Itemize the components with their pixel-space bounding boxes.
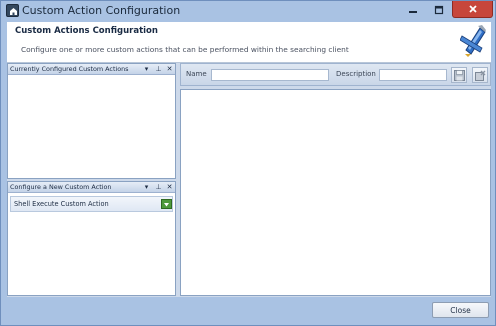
description-input[interactable]	[379, 69, 447, 81]
header-banner: Custom Actions Configuration Configure o…	[7, 22, 491, 62]
maximize-icon	[434, 5, 444, 14]
panel-close-icon[interactable]: ✕	[165, 183, 174, 192]
close-button[interactable]: Close	[432, 302, 489, 318]
name-input[interactable]	[211, 69, 329, 81]
delete-icon	[474, 70, 485, 81]
maximize-button[interactable]	[426, 1, 452, 18]
header-subtitle: Configure one or more custom actions tha…	[21, 45, 349, 54]
panel-title: Currently Configured Custom Actions	[10, 65, 129, 73]
description-label: Description	[336, 70, 376, 78]
panel-title: Configure a New Custom Action	[10, 183, 112, 191]
action-toolbar: Name Description	[180, 63, 491, 86]
title-bar[interactable]: Custom Action Configuration	[1, 1, 495, 21]
action-editor-area[interactable]	[180, 89, 491, 296]
dialog-window: Custom Action Configuration Custom Actio…	[0, 0, 496, 326]
panel-header[interactable]: Currently Configured Custom Actions ▾ ⊥ …	[8, 64, 175, 75]
new-action-panel: Configure a New Custom Action ▾ ⊥ ✕ Shel…	[7, 181, 176, 296]
add-action-button[interactable]	[161, 199, 172, 209]
current-actions-panel: Currently Configured Custom Actions ▾ ⊥ …	[7, 63, 176, 179]
minimize-icon	[408, 10, 417, 13]
close-icon	[468, 5, 477, 13]
list-item-shell-execute[interactable]: Shell Execute Custom Action	[10, 196, 173, 212]
panel-dropdown-icon[interactable]: ▾	[142, 183, 151, 192]
custom-actions-logo-icon	[460, 25, 486, 57]
panel-dropdown-icon[interactable]: ▾	[142, 65, 151, 74]
add-icon	[164, 202, 169, 206]
delete-button[interactable]	[472, 67, 488, 83]
minimize-button[interactable]	[399, 1, 426, 18]
panel-close-icon[interactable]: ✕	[165, 65, 174, 74]
list-item-label: Shell Execute Custom Action	[14, 200, 109, 208]
window-title: Custom Action Configuration	[22, 4, 181, 17]
window-close-button[interactable]	[452, 1, 493, 18]
save-button[interactable]	[451, 67, 467, 83]
header-title: Custom Actions Configuration	[15, 26, 158, 36]
panel-pin-icon[interactable]: ⊥	[154, 183, 163, 192]
name-label: Name	[186, 70, 207, 78]
dialog-footer: Close	[1, 297, 495, 325]
save-icon	[453, 69, 465, 81]
main-body: Currently Configured Custom Actions ▾ ⊥ …	[7, 63, 491, 297]
panel-pin-icon[interactable]: ⊥	[154, 65, 163, 74]
app-icon	[6, 4, 19, 17]
panel-header[interactable]: Configure a New Custom Action ▾ ⊥ ✕	[8, 182, 175, 193]
